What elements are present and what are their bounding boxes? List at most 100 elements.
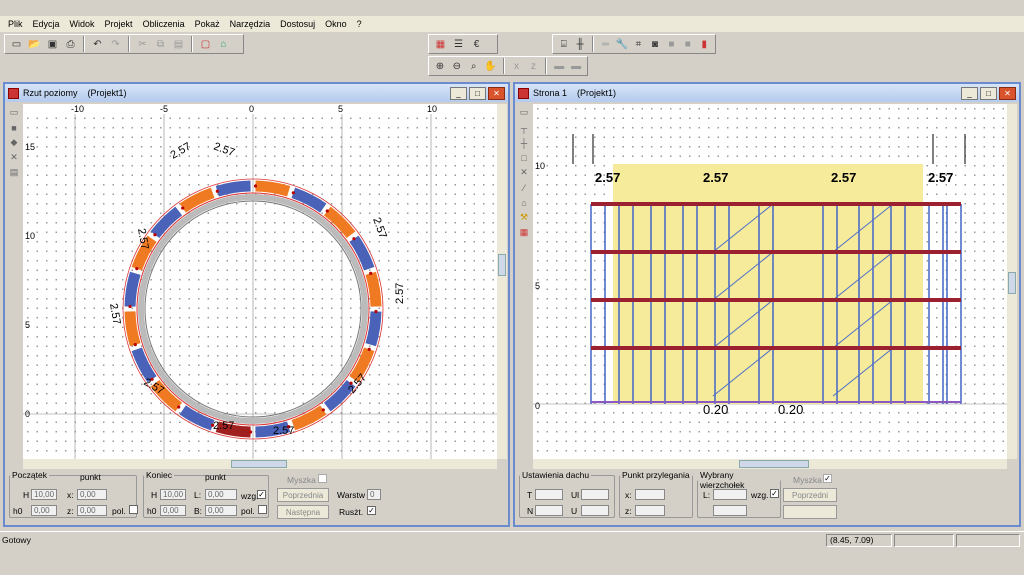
end-pol-checkbox[interactable] <box>258 505 267 514</box>
layers-tool-icon[interactable]: ▤ <box>8 166 21 179</box>
minimize-button[interactable]: _ <box>961 86 978 100</box>
mouse-checkbox[interactable]: ✓ <box>823 474 832 483</box>
elevation-vertical-scrollbar[interactable] <box>1007 104 1017 459</box>
menu-item-2[interactable]: Widok <box>65 19 100 29</box>
plan-canvas[interactable]: -10 -5 0 5 10 15 10 5 0 2.57 2.57 2.57 2.57 2.57 2.57 2… <box>23 104 497 459</box>
menu-item-8[interactable]: Okno <box>320 19 352 29</box>
view-b-icon[interactable]: ▬ <box>568 58 584 75</box>
l-input[interactable]: 0,00 <box>205 489 237 500</box>
delete-tool-icon[interactable]: ✕ <box>518 166 531 179</box>
select-arrow-icon[interactable]: ▭ <box>8 106 21 119</box>
paste-icon[interactable]: ▤ <box>170 36 187 53</box>
next-button[interactable]: Następna <box>277 505 329 519</box>
menu-item-9[interactable]: ? <box>352 19 367 29</box>
ul-input[interactable] <box>581 489 609 500</box>
print-icon[interactable]: ⎙ <box>62 36 79 53</box>
z-input[interactable]: 0,00 <box>77 505 107 516</box>
wrench-tool-icon[interactable]: ⚒ <box>518 211 531 224</box>
ruler-tick-label: 15 <box>25 142 35 152</box>
new-file-icon[interactable]: ▭ <box>8 36 25 53</box>
wrench-icon[interactable]: 🔧 <box>614 36 629 53</box>
menu-item-0[interactable]: Plik <box>3 19 28 29</box>
next-button[interactable] <box>783 505 837 519</box>
pz-input[interactable] <box>635 505 665 516</box>
h0-input[interactable]: 0,00 <box>31 505 57 516</box>
pan-hand-icon[interactable]: ✋ <box>483 58 499 75</box>
n-input[interactable] <box>535 505 563 516</box>
rect-outline-icon[interactable]: □ <box>518 151 531 164</box>
book-icon[interactable]: ▮ <box>697 36 712 53</box>
delete-tool-icon[interactable]: ✕ <box>8 151 21 164</box>
scroll-thumb[interactable] <box>739 460 809 468</box>
view-a-icon[interactable]: ▬ <box>551 58 567 75</box>
zoom-in-icon[interactable]: ⊕ <box>432 58 448 75</box>
stairs-icon[interactable]: ⌸ <box>556 36 571 53</box>
maximize-button[interactable]: □ <box>980 86 997 100</box>
cut-icon[interactable]: ✂ <box>134 36 151 53</box>
scaffold-tool-icon[interactable]: ▦ <box>518 226 531 239</box>
block2-icon[interactable]: ■ <box>680 36 695 53</box>
l-input[interactable] <box>713 489 747 500</box>
open-file-icon[interactable]: 📂 <box>26 36 43 53</box>
block-icon[interactable]: ■ <box>664 36 679 53</box>
t-input[interactable] <box>535 489 563 500</box>
roof-tool-icon[interactable]: ⌂ <box>518 196 531 209</box>
zoom-window-icon[interactable]: ⌕ <box>466 58 482 75</box>
axis-z-icon[interactable]: z <box>525 58 541 75</box>
menu-item-4[interactable]: Obliczenia <box>138 19 190 29</box>
layer-input[interactable]: 0 <box>367 489 381 500</box>
end-h-input[interactable]: 10,00 <box>160 489 186 500</box>
save-icon[interactable]: ▣ <box>44 36 61 53</box>
u-input[interactable] <box>581 505 609 516</box>
plan-vertical-scrollbar[interactable] <box>497 104 507 459</box>
grid-icon[interactable]: ╫ <box>572 36 587 53</box>
menu-item-5[interactable]: Pokaż <box>190 19 225 29</box>
plan-horizontal-scrollbar[interactable] <box>23 459 497 469</box>
scroll-thumb[interactable] <box>498 254 506 276</box>
prev-button[interactable]: Poprzedni <box>783 488 837 502</box>
scaff-checkbox[interactable]: ✓ <box>367 506 376 515</box>
brush-tool-icon[interactable]: ⁄ <box>518 181 531 194</box>
pol-checkbox[interactable] <box>129 505 138 514</box>
scroll-thumb[interactable] <box>231 460 287 468</box>
line-icon[interactable]: ═ <box>598 36 613 53</box>
pin-tool-icon[interactable]: ┬ <box>518 121 531 134</box>
end-h0-input[interactable]: 0,00 <box>160 505 186 516</box>
open-tool-icon[interactable]: ▭ <box>518 106 531 119</box>
menu-item-7[interactable]: Dostosuj <box>275 19 320 29</box>
prev-button[interactable]: Poprzednia <box>277 488 329 502</box>
undo-icon[interactable]: ↶ <box>89 36 106 53</box>
maximize-button[interactable]: □ <box>469 86 486 100</box>
pin2-tool-icon[interactable]: ┼ <box>518 136 531 149</box>
scaffold-view-icon[interactable]: ▦ <box>432 36 449 53</box>
mouse-checkbox[interactable] <box>318 474 327 483</box>
menu-item-1[interactable]: Edycja <box>28 19 65 29</box>
zoom-out-icon[interactable]: ⊖ <box>449 58 465 75</box>
elevation-horizontal-scrollbar[interactable] <box>533 459 1007 469</box>
minimize-button[interactable]: _ <box>450 86 467 100</box>
camera-icon[interactable]: ◙ <box>647 36 662 53</box>
px-input[interactable] <box>635 489 665 500</box>
close-button[interactable]: ✕ <box>999 86 1016 100</box>
menu-item-6[interactable]: Narzędzia <box>225 19 276 29</box>
wzg-checkbox[interactable]: ✓ <box>770 489 779 498</box>
redo-icon[interactable]: ↷ <box>107 36 124 53</box>
peak-input-2[interactable] <box>713 505 747 516</box>
x-input[interactable]: 0,00 <box>77 489 107 500</box>
rect-tool-icon[interactable]: ■ <box>8 121 21 134</box>
scroll-thumb[interactable] <box>1008 272 1016 294</box>
copy-icon[interactable]: ⧉ <box>152 36 169 53</box>
list-icon[interactable]: ☰ <box>450 36 467 53</box>
shape-tool-icon[interactable]: ◆ <box>8 136 21 149</box>
b-input[interactable]: 0,00 <box>205 505 237 516</box>
menu-item-3[interactable]: Projekt <box>100 19 138 29</box>
axis-x-icon[interactable]: x <box>509 58 525 75</box>
h-input[interactable]: 10,00 <box>31 489 57 500</box>
close-button[interactable]: ✕ <box>488 86 505 100</box>
elevation-canvas[interactable]: 10 5 0 2.57 2.57 2.57 2.57 0.20 0.20 <box>533 104 1007 459</box>
house-icon[interactable]: ⌂ <box>215 36 232 53</box>
frame-icon[interactable]: ⌗ <box>631 36 646 53</box>
ledger-beam <box>591 202 961 206</box>
euro-icon[interactable]: € <box>468 36 485 53</box>
view-frame-icon[interactable]: ▢ <box>197 36 214 53</box>
